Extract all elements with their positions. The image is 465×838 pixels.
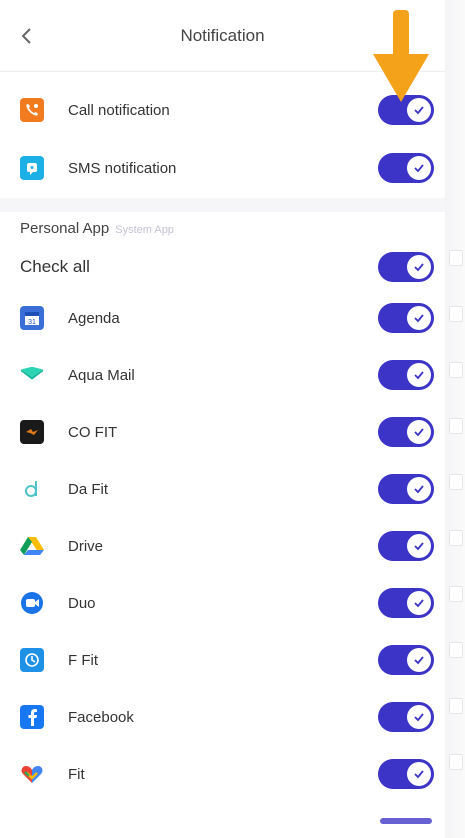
app-row-fit: Fit [0, 750, 445, 798]
app-label: Agenda [68, 309, 120, 327]
app-label: Da Fit [68, 480, 109, 498]
facebook-icon [20, 705, 44, 729]
check-icon [407, 762, 431, 786]
sms-notification-label: SMS notification [68, 159, 177, 177]
checkbox-icon [449, 474, 463, 490]
arrow-down-icon [369, 8, 433, 104]
chevron-left-icon[interactable] [16, 26, 36, 46]
page-title: Notification [180, 25, 265, 45]
phone-icon [20, 98, 44, 122]
call-notification-label: Call notification [68, 101, 170, 119]
duo-icon [20, 591, 44, 615]
check-icon [407, 648, 431, 672]
next-toggle-partial[interactable] [380, 818, 432, 824]
checkbox-icon [449, 306, 463, 322]
right-edge-panel [445, 0, 465, 838]
da-fit-toggle[interactable] [378, 474, 434, 504]
app-label: Fit [68, 765, 85, 783]
checkbox-icon [449, 530, 463, 546]
app-row-f-fit: F Fit [0, 636, 445, 684]
app-row-drive: Drive [0, 522, 445, 570]
app-label: Drive [68, 537, 104, 555]
check-all-row: Check all [0, 243, 445, 291]
check-icon [407, 477, 431, 501]
section-subtitle[interactable]: System App [115, 224, 174, 236]
checkbox-icon [449, 698, 463, 714]
app-label: Aqua Mail [68, 366, 135, 384]
checkbox-icon [449, 754, 463, 770]
sms-notification-row: SMS notification [0, 144, 445, 192]
check-all-toggle[interactable] [378, 252, 434, 282]
sms-icon [20, 156, 44, 180]
check-icon [407, 156, 431, 180]
drive-toggle[interactable] [378, 531, 434, 561]
f-fit-toggle[interactable] [378, 645, 434, 675]
app-row-agenda: 31 Agenda [0, 294, 445, 342]
cofit-icon [20, 420, 44, 444]
app-row-facebook: Facebook [0, 693, 445, 741]
aqua-mail-toggle[interactable] [378, 360, 434, 390]
check-icon [407, 255, 431, 279]
check-icon [407, 306, 431, 330]
svg-text:31: 31 [28, 319, 36, 326]
section-title: Personal App [20, 220, 110, 237]
check-icon [407, 363, 431, 387]
check-icon [407, 591, 431, 615]
sms-notification-toggle[interactable] [378, 153, 434, 183]
facebook-toggle[interactable] [378, 702, 434, 732]
drive-icon [20, 534, 44, 558]
check-all-label: Check all [20, 257, 90, 276]
app-row-da-fit: Da Fit [0, 465, 445, 513]
checkbox-icon [449, 642, 463, 658]
app-row-aqua-mail: Aqua Mail [0, 351, 445, 399]
heart-icon [20, 762, 44, 786]
checkbox-icon [449, 250, 463, 266]
dafit-icon [20, 477, 44, 501]
checkbox-icon [449, 586, 463, 602]
duo-toggle[interactable] [378, 588, 434, 618]
checkbox-icon [449, 418, 463, 434]
app-row-duo: Duo [0, 579, 445, 627]
checkbox-icon [449, 362, 463, 378]
section-header: Personal App System App [20, 220, 174, 240]
check-icon [407, 534, 431, 558]
app-label: CO FIT [68, 423, 118, 441]
agenda-toggle[interactable] [378, 303, 434, 333]
fit-toggle[interactable] [378, 759, 434, 789]
check-icon [407, 705, 431, 729]
app-row-co-fit: CO FIT [0, 408, 445, 456]
ffit-icon [20, 648, 44, 672]
app-label: Duo [68, 594, 96, 612]
app-label: Facebook [68, 708, 134, 726]
app-label: F Fit [68, 651, 98, 669]
co-fit-toggle[interactable] [378, 417, 434, 447]
section-divider [0, 198, 445, 212]
check-icon [407, 420, 431, 444]
mail-icon [20, 363, 44, 387]
calendar-icon: 31 [20, 306, 44, 330]
